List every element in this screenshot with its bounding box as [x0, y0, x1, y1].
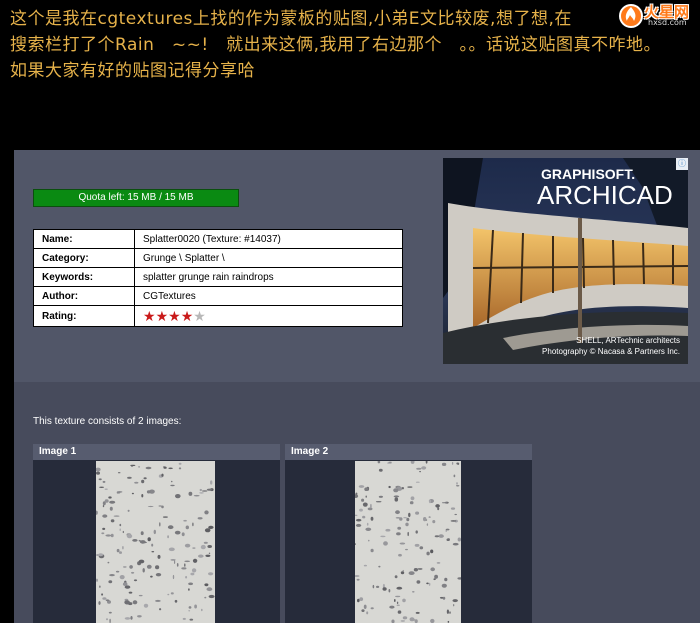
info-key: Keywords: — [33, 267, 135, 287]
info-key: Author: — [33, 286, 135, 306]
quota-bar: Quota left: 15 MB / 15 MB — [33, 189, 239, 207]
texture-thumbnail[interactable] — [355, 461, 461, 623]
star-empty-icon[interactable]: ★ — [193, 308, 206, 324]
star-filled-icon[interactable]: ★ — [168, 308, 181, 324]
image-card-2[interactable]: Image 2 — [285, 444, 532, 623]
ad-info-icon[interactable]: ⓘ — [676, 158, 688, 170]
table-row: Name: Splatter0020 (Texture: #14037) — [33, 229, 403, 249]
table-row: Keywords: splatter grunge rain raindrops — [33, 267, 403, 287]
table-row: Author: CGTextures — [33, 286, 403, 306]
table-row: Category: Grunge \ Splatter \ — [33, 248, 403, 268]
advertisement-banner[interactable]: GRAPHISOFT. ARCHICAD SHELL, ARTechnic ar… — [443, 158, 688, 364]
texture-info-table: Name: Splatter0020 (Texture: #14037) Cat… — [33, 229, 403, 327]
info-value[interactable]: CGTextures — [134, 286, 403, 306]
watermark-url: hxsd.com — [648, 18, 687, 27]
caption-line-1: 这个是我在cgtextures上找的作为蒙板的贴图,小弟E文比较废,想了想,在 — [10, 9, 572, 29]
info-value[interactable]: splatter grunge rain raindrops — [134, 267, 403, 287]
table-row: Rating: ★★★★★ — [33, 305, 403, 327]
info-value: Splatter0020 (Texture: #14037) — [134, 229, 403, 249]
ad-credit-architects: SHELL, ARTechnic architects — [576, 336, 680, 345]
caption-text: 这个是我在cgtextures上找的作为蒙板的贴图,小弟E文比较废,想了想,在 … — [10, 6, 700, 84]
info-value[interactable]: Grunge \ Splatter \ — [134, 248, 403, 268]
image-count-text: This texture consists of 2 images: — [33, 416, 182, 427]
texture-thumbnail[interactable] — [96, 461, 215, 623]
ad-product-name: ARCHICAD — [537, 180, 673, 210]
rating-stars[interactable]: ★★★★★ — [134, 305, 403, 327]
texture-page: Quota left: 15 MB / 15 MB Name: Splatter… — [14, 150, 700, 623]
info-key: Rating: — [33, 305, 135, 327]
image-card-1[interactable]: Image 1 — [33, 444, 280, 623]
image-card-title: Image 2 — [285, 444, 532, 460]
star-filled-icon[interactable]: ★ — [143, 308, 156, 324]
caption-line-2: 搜索栏打了个Rain ~~! 就出来这俩,我用了右边那个 。。话说这贴图真不咋地… — [10, 35, 662, 55]
ad-credit-photography: Photography © Nacasa & Partners Inc. — [542, 347, 680, 356]
splatter-texture-1 — [96, 462, 215, 623]
caption-line-3: 如果大家有好的贴图记得分享哈 — [10, 61, 255, 81]
splatter-texture-2 — [355, 461, 461, 623]
info-key: Category: — [33, 248, 135, 268]
image-card-title: Image 1 — [33, 444, 280, 460]
flame-icon — [619, 4, 643, 28]
star-rating[interactable]: ★★★★★ — [143, 308, 206, 324]
info-key: Name: — [33, 229, 135, 249]
star-filled-icon[interactable]: ★ — [156, 308, 169, 324]
watermark-logo: 火星网 hxsd.com — [618, 0, 696, 30]
star-filled-icon[interactable]: ★ — [181, 308, 194, 324]
